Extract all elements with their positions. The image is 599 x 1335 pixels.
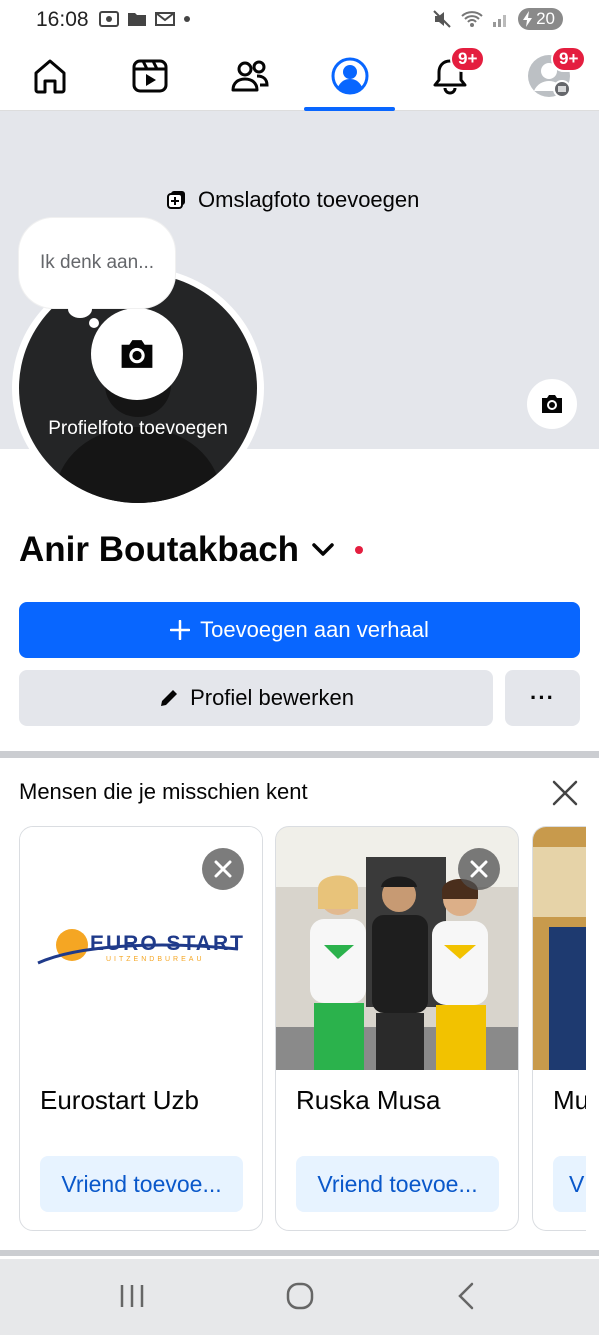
add-to-story-button[interactable]: Toevoegen aan verhaal: [19, 602, 580, 658]
folder-icon: [128, 13, 146, 26]
section-divider: [0, 751, 599, 758]
recent-apps-button[interactable]: [118, 1281, 146, 1316]
wifi-icon: [461, 11, 483, 27]
pymk-card-partial[interactable]: Mu V: [532, 826, 586, 1231]
dot-icon: [184, 16, 190, 22]
thought-bubble-tail: [68, 300, 92, 318]
notification-dot: [355, 546, 364, 554]
dismiss-button[interactable]: [202, 848, 244, 890]
status-right: 20: [432, 8, 563, 30]
video-icon: [132, 59, 168, 92]
chevron-down-icon: [312, 543, 334, 556]
status-time: 16:08: [36, 8, 89, 31]
home-button[interactable]: [285, 1281, 315, 1316]
logo-text: EURO START: [90, 932, 245, 955]
battery-level: 20: [536, 9, 555, 28]
add-profile-photo-label: Profielfoto toevoegen: [48, 418, 228, 439]
pymk-card[interactable]: Ruska Musa Vriend toevoe...: [275, 826, 519, 1231]
suggestion-name[interactable]: Ruska Musa: [296, 1085, 441, 1116]
nav-menu[interactable]: 9+: [499, 40, 599, 111]
section-divider: [0, 1250, 599, 1256]
add-friend-button[interactable]: V: [553, 1156, 586, 1212]
recent-apps-icon: [120, 1285, 144, 1307]
gmail-icon: [155, 12, 175, 26]
add-friend-button[interactable]: Vriend toevoe...: [296, 1156, 499, 1212]
camera-icon: [121, 340, 153, 368]
system-navigation-bar: [0, 1259, 599, 1335]
edit-profile-label: Profiel bewerken: [190, 685, 354, 710]
nav-notifications[interactable]: 9+: [400, 40, 500, 111]
notifications-badge: 9+: [450, 46, 486, 72]
add-friend-button[interactable]: Vriend toevoe...: [40, 1156, 243, 1212]
top-navigation: 9+ 9+: [0, 40, 599, 111]
back-icon: [458, 1282, 474, 1310]
pymk-card[interactable]: EURO START UITZENDBUREAU Eurostart Uzb V…: [19, 826, 263, 1231]
charging-icon: [523, 11, 533, 27]
profile-name: Anir Boutakbach: [19, 530, 300, 569]
add-cover-photo-label: Omslagfoto toevoegen: [198, 187, 420, 212]
battery-indicator: 20: [518, 8, 563, 30]
edit-profile-button[interactable]: Profiel bewerken: [19, 670, 493, 726]
signal-icon: [493, 15, 507, 27]
nav-video[interactable]: [100, 40, 200, 111]
status-notification-icons: [98, 9, 192, 29]
suggestion-name[interactable]: Mu: [553, 1085, 586, 1116]
add-photo-icon: [167, 191, 185, 209]
nav-friends[interactable]: [200, 40, 300, 111]
screenshot-icon: [99, 11, 119, 27]
suggestion-photo: [533, 827, 586, 1070]
pencil-icon: [161, 690, 178, 706]
dismiss-button[interactable]: [458, 848, 500, 890]
logo-subtext: UITZENDBUREAU: [106, 956, 205, 963]
cover-camera-button[interactable]: [525, 377, 579, 431]
add-to-story-label: Toevoegen aan verhaal: [200, 617, 429, 642]
add-cover-photo-button[interactable]: Omslagfoto toevoegen: [166, 187, 419, 213]
close-icon: [470, 860, 488, 878]
close-icon[interactable]: [549, 777, 581, 809]
mute-icon: [433, 10, 451, 28]
profile-icon: [331, 57, 369, 94]
menu-badge: 9+: [551, 46, 587, 72]
friends-icon: [231, 60, 269, 91]
thought-placeholder: Ik denk aan...: [39, 252, 155, 273]
close-icon: [214, 860, 232, 878]
nav-home[interactable]: [0, 40, 100, 111]
home-circle-icon: [286, 1282, 314, 1310]
status-bar: 16:08 20: [0, 0, 599, 40]
thought-bubble-tail-small: [89, 318, 99, 328]
plus-icon: [170, 620, 191, 640]
camera-icon: [542, 395, 562, 413]
more-options-icon: ···: [530, 685, 555, 710]
profile-name-row[interactable]: Anir Boutakbach: [19, 530, 364, 570]
profile-camera-button[interactable]: [91, 308, 183, 400]
pymk-title: Mensen die je misschien kent: [19, 779, 308, 804]
back-button[interactable]: [455, 1281, 479, 1316]
home-icon: [34, 59, 66, 93]
thought-bubble[interactable]: Ik denk aan...: [19, 218, 175, 308]
suggestion-name[interactable]: Eurostart Uzb: [40, 1085, 199, 1116]
more-options-button[interactable]: ···: [505, 670, 580, 726]
nav-profile[interactable]: [300, 40, 400, 111]
